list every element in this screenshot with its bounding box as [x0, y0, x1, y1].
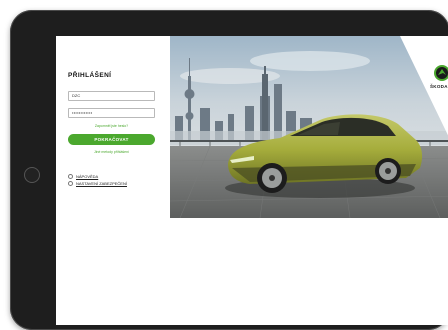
- forgot-password-link[interactable]: Zapomněl jste heslo?: [68, 124, 155, 128]
- username-field[interactable]: DZC: [68, 91, 155, 101]
- hero-image: ŠKODA: [170, 36, 448, 218]
- settings-circle-icon: [68, 181, 73, 186]
- login-panel: PŘIHLÁŠENÍ DZC •••••••••••• Zapomněl jst…: [56, 36, 170, 218]
- lower-blank-area: [56, 218, 448, 325]
- brand-name: ŠKODA: [430, 84, 448, 89]
- password-field[interactable]: ••••••••••••: [68, 108, 155, 118]
- other-login-methods-link[interactable]: Jiné metody přihlášení: [68, 150, 155, 154]
- home-button[interactable]: [24, 167, 40, 183]
- tablet-device: PŘIHLÁŠENÍ DZC •••••••••••• Zapomněl jst…: [10, 10, 448, 330]
- help-circle-icon: [68, 174, 73, 179]
- help-link-label: NÁPOVĚDA: [76, 174, 99, 179]
- security-settings-label: NASTAVENÍ ZABEZPEČENÍ: [76, 181, 127, 186]
- login-title: PŘIHLÁŠENÍ: [68, 72, 112, 79]
- security-settings-link[interactable]: NASTAVENÍ ZABEZPEČENÍ: [68, 181, 127, 186]
- continue-button[interactable]: POKRAČOVAT: [68, 134, 155, 145]
- help-link[interactable]: NÁPOVĚDA: [68, 174, 98, 179]
- tablet-screen: PŘIHLÁŠENÍ DZC •••••••••••• Zapomněl jst…: [56, 36, 448, 325]
